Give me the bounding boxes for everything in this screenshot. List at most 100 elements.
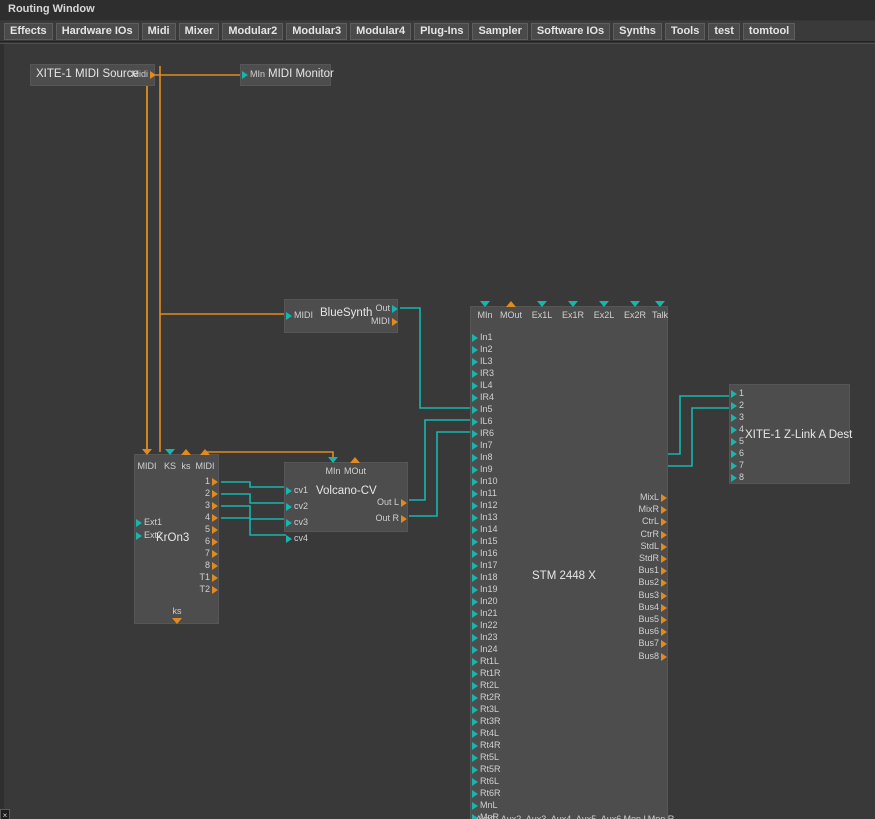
stm-inputs_left-38-arrow-icon[interactable] xyxy=(472,790,478,798)
stm-inputs_left-27-arrow-icon[interactable] xyxy=(472,658,478,666)
stm-inputs_left-33-arrow-icon[interactable] xyxy=(472,730,478,738)
stm-outputs_right-12-arrow-icon[interactable] xyxy=(661,640,667,649)
tab-tomtool[interactable]: tomtool xyxy=(742,22,796,40)
stm-outputs_right-2-arrow-icon[interactable] xyxy=(661,518,667,527)
stm-outputs_right-6-arrow-icon[interactable] xyxy=(661,567,667,576)
stm-outputs_top-0-arrow-icon[interactable] xyxy=(506,301,516,307)
stm-inputs_left-8-arrow-icon[interactable] xyxy=(472,430,478,438)
tab-hardware-ios[interactable]: Hardware IOs xyxy=(55,22,139,40)
stm-outputs_right-13-arrow-icon[interactable] xyxy=(661,652,667,661)
zlink-inputs_left-0-arrow-icon[interactable] xyxy=(731,390,737,398)
stm-inputs_left-11-arrow-icon[interactable] xyxy=(472,466,478,474)
zlink-inputs_left-6-arrow-icon[interactable] xyxy=(731,462,737,470)
kron3-outputs_right-2-arrow-icon[interactable] xyxy=(212,502,218,510)
volcano-inputs_left-1-arrow-icon[interactable] xyxy=(286,503,292,511)
tab-sampler[interactable]: Sampler xyxy=(472,22,528,40)
stm-inputs_left-23-arrow-icon[interactable] xyxy=(472,610,478,618)
stm-inputs_left-18-arrow-icon[interactable] xyxy=(472,550,478,558)
stm-inputs_top-4-arrow-icon[interactable] xyxy=(630,301,640,307)
zlink-inputs_left-5-arrow-icon[interactable] xyxy=(731,450,737,458)
kron3-outputs_right-3-arrow-icon[interactable] xyxy=(212,514,218,522)
stm-inputs_left-20-arrow-icon[interactable] xyxy=(472,574,478,582)
kron3-outputs_right-8-arrow-icon[interactable] xyxy=(212,574,218,582)
bluesynth-outputs_right-1-arrow-icon[interactable] xyxy=(392,318,398,326)
volcano-inputs_left-3-arrow-icon[interactable] xyxy=(286,535,292,543)
kron3-outputs_bottom-0-arrow-icon[interactable] xyxy=(172,618,182,624)
stm-inputs_left-10-arrow-icon[interactable] xyxy=(472,454,478,462)
stm-inputs_left-2-arrow-icon[interactable] xyxy=(472,358,478,366)
stm-inputs_left-16-arrow-icon[interactable] xyxy=(472,526,478,534)
volcano-outputs_top-0-arrow-icon[interactable] xyxy=(350,457,360,463)
close-icon[interactable]: × xyxy=(0,809,10,819)
stm-inputs_left-17-arrow-icon[interactable] xyxy=(472,538,478,546)
tab-mixer[interactable]: Mixer xyxy=(178,22,220,40)
stm-inputs_left-35-arrow-icon[interactable] xyxy=(472,754,478,762)
volcano-outputs_right-0-arrow-icon[interactable] xyxy=(401,499,407,507)
zlink-inputs_left-7-arrow-icon[interactable] xyxy=(731,474,737,482)
tab-plug-ins[interactable]: Plug-Ins xyxy=(414,22,470,40)
stm-inputs_left-32-arrow-icon[interactable] xyxy=(472,718,478,726)
stm-inputs_left-6-arrow-icon[interactable] xyxy=(472,406,478,414)
stm-inputs_left-26-arrow-icon[interactable] xyxy=(472,646,478,654)
kron3-outputs_right-4-arrow-icon[interactable] xyxy=(212,526,218,534)
zlink-inputs_left-4-arrow-icon[interactable] xyxy=(731,438,737,446)
kron3-outputs_right-1-arrow-icon[interactable] xyxy=(212,490,218,498)
stm-inputs_left-0-arrow-icon[interactable] xyxy=(472,334,478,342)
stm-outputs_right-10-arrow-icon[interactable] xyxy=(661,616,667,624)
stm-inputs_left-21-arrow-icon[interactable] xyxy=(472,586,478,594)
zlink-inputs_left-2-arrow-icon[interactable] xyxy=(731,414,737,422)
stm-inputs_left-19-arrow-icon[interactable] xyxy=(472,562,478,570)
stm-inputs_left-3-arrow-icon[interactable] xyxy=(472,370,478,378)
kron3-inputs_left-1-arrow-icon[interactable] xyxy=(136,532,142,540)
tab-software-ios[interactable]: Software IOs xyxy=(530,22,611,40)
midi_monitor-inputs_left-0-arrow-icon[interactable] xyxy=(242,71,248,79)
stm-inputs_left-28-arrow-icon[interactable] xyxy=(472,670,478,678)
stm-inputs_left-36-arrow-icon[interactable] xyxy=(472,766,478,774)
volcano-inputs_left-2-arrow-icon[interactable] xyxy=(286,519,292,527)
bluesynth-outputs_right-0-arrow-icon[interactable] xyxy=(392,305,398,313)
stm-outputs_right-8-arrow-icon[interactable] xyxy=(661,591,667,600)
stm-inputs_left-1-arrow-icon[interactable] xyxy=(472,346,478,354)
stm-inputs_top-5-arrow-icon[interactable] xyxy=(655,301,665,307)
stm-inputs_left-30-arrow-icon[interactable] xyxy=(472,694,478,702)
kron3-outputs_top-0-arrow-icon[interactable] xyxy=(181,449,191,455)
routing-canvas[interactable]: × XITE-1 MIDI Source Midi MIDI Monitor MIn B… xyxy=(0,43,875,819)
stm-inputs_left-14-arrow-icon[interactable] xyxy=(472,502,478,510)
kron3-outputs_top-1-arrow-icon[interactable] xyxy=(200,449,210,455)
tab-modular3[interactable]: Modular3 xyxy=(286,22,348,40)
tab-modular4[interactable]: Modular4 xyxy=(350,22,412,40)
kron3-inputs_left-0-arrow-icon[interactable] xyxy=(136,519,142,527)
stm-inputs_top-0-arrow-icon[interactable] xyxy=(480,301,490,307)
kron3-outputs_right-9-arrow-icon[interactable] xyxy=(212,586,218,594)
bluesynth-inputs_left-0-arrow-icon[interactable] xyxy=(286,312,292,320)
midi_source-outputs_right-0-arrow-icon[interactable] xyxy=(150,71,156,79)
stm-inputs_top-2-arrow-icon[interactable] xyxy=(568,301,578,307)
kron3-outputs_right-5-arrow-icon[interactable] xyxy=(212,538,218,546)
tab-test[interactable]: test xyxy=(708,22,740,40)
kron3-inputs_top-1-arrow-icon[interactable] xyxy=(165,449,175,455)
kron3-outputs_right-7-arrow-icon[interactable] xyxy=(212,562,218,570)
stm-inputs_left-22-arrow-icon[interactable] xyxy=(472,598,478,606)
stm-inputs_left-15-arrow-icon[interactable] xyxy=(472,514,478,522)
tab-midi[interactable]: Midi xyxy=(141,22,176,40)
zlink-inputs_left-1-arrow-icon[interactable] xyxy=(731,402,737,410)
stm-outputs_right-0-arrow-icon[interactable] xyxy=(661,494,667,502)
kron3-inputs_top-0-arrow-icon[interactable] xyxy=(142,449,152,455)
stm-outputs_right-7-arrow-icon[interactable] xyxy=(661,579,667,588)
stm-inputs_left-29-arrow-icon[interactable] xyxy=(472,682,478,690)
stm-inputs_left-5-arrow-icon[interactable] xyxy=(472,394,478,402)
stm-inputs_left-12-arrow-icon[interactable] xyxy=(472,478,478,486)
stm-inputs_left-7-arrow-icon[interactable] xyxy=(472,418,478,426)
kron3-outputs_right-0-arrow-icon[interactable] xyxy=(212,478,218,486)
kron3-outputs_right-6-arrow-icon[interactable] xyxy=(212,550,218,558)
stm-inputs_left-34-arrow-icon[interactable] xyxy=(472,742,478,750)
volcano-outputs_right-1-arrow-icon[interactable] xyxy=(401,515,407,523)
stm-inputs_left-24-arrow-icon[interactable] xyxy=(472,622,478,630)
stm-inputs_left-39-arrow-icon[interactable] xyxy=(472,802,478,810)
volcano-inputs_left-0-arrow-icon[interactable] xyxy=(286,487,292,495)
stm-inputs_left-31-arrow-icon[interactable] xyxy=(472,706,478,714)
stm-outputs_right-3-arrow-icon[interactable] xyxy=(661,530,667,539)
stm-outputs_right-9-arrow-icon[interactable] xyxy=(661,603,667,612)
stm-outputs_right-4-arrow-icon[interactable] xyxy=(661,542,667,551)
stm-outputs_right-11-arrow-icon[interactable] xyxy=(661,628,667,637)
